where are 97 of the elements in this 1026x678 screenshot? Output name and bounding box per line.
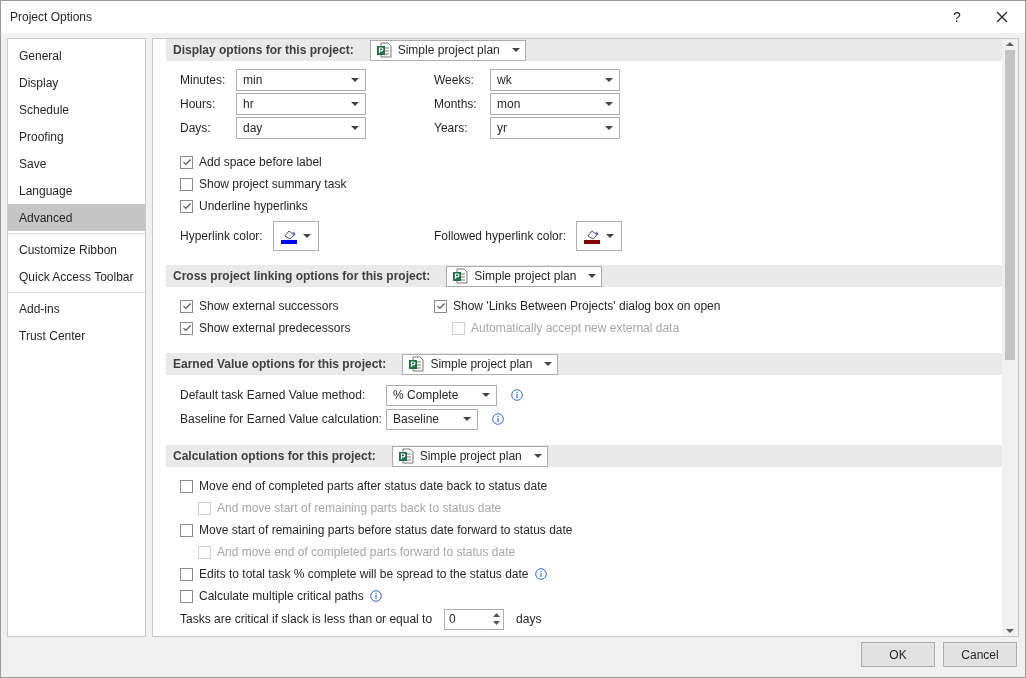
checkbox-label: Edits to total task % complete will be spread to the status date [199, 566, 529, 583]
caret-icon [588, 274, 597, 278]
dropdown[interactable]: % Complete [386, 384, 498, 406]
sidebar-item[interactable]: Add-ins [8, 295, 145, 322]
plan-dropdown[interactable]: Simple project plan [402, 353, 559, 375]
checkbox[interactable] [180, 589, 193, 603]
checkbox-label: Show external predecessors [199, 320, 351, 337]
number-spinner[interactable]: 0 [444, 608, 505, 630]
caret-icon [606, 234, 615, 238]
sidebar-item[interactable]: Language [8, 177, 145, 204]
caret-icon [302, 234, 311, 238]
scroll-down-icon [1006, 629, 1014, 633]
sidebar-item[interactable]: General [8, 42, 145, 69]
caret-icon [605, 78, 613, 82]
section-title: Display options for this project: [173, 42, 354, 59]
checkbox-label: Show 'Links Between Projects' dialog box on open [453, 298, 721, 315]
checkbox[interactable] [180, 321, 193, 335]
caret-icon [351, 102, 359, 106]
color-picker-button[interactable] [576, 221, 623, 251]
project-file-icon [452, 268, 469, 284]
plan-dropdown[interactable]: Simple project plan [391, 445, 548, 467]
field-label: Minutes: [180, 72, 227, 89]
checkbox[interactable] [180, 299, 193, 313]
checkbox-label: Automatically accept new external data [471, 320, 680, 337]
dropdown[interactable]: Baseline [386, 408, 479, 430]
select-label: Baseline for Earned Value calculation: [180, 411, 383, 428]
window-title: Project Options [10, 9, 94, 26]
project-file-icon [397, 448, 414, 464]
unit-label: days [516, 611, 542, 628]
scroll-thumb[interactable] [1005, 50, 1015, 360]
unit-dropdown[interactable]: yr [490, 117, 620, 139]
checkbox[interactable] [180, 177, 193, 191]
field-label: Weeks: [434, 72, 475, 89]
sidebar-item[interactable]: Quick Access Toolbar [8, 263, 145, 290]
unit-dropdown[interactable]: day [236, 117, 366, 139]
info-icon [511, 389, 524, 401]
caret-icon [351, 126, 359, 130]
color-label: Followed hyperlink color: [434, 228, 567, 245]
caret-icon [463, 417, 472, 421]
checkbox-label: Calculate multiple critical paths [199, 588, 364, 605]
dialog-button[interactable]: OK [861, 642, 935, 667]
checkbox-label: Move end of completed parts after status date back to status date [199, 478, 548, 495]
checkbox-label: And move end of completed parts forward to status date [217, 544, 516, 561]
sidebar-item[interactable]: Trust Center [8, 322, 145, 349]
checkbox-label: Show project summary task [199, 176, 347, 193]
info-icon [534, 568, 547, 580]
info-icon [369, 590, 382, 602]
scrollbar[interactable] [1002, 39, 1018, 636]
checkbox[interactable] [180, 523, 193, 537]
section-title: Calculation options for this project: [173, 448, 376, 465]
section-title: Earned Value options for this project: [173, 356, 387, 373]
checkbox-label: Show external successors [199, 298, 339, 315]
select-label: Default task Earned Value method: [180, 387, 367, 404]
info-icon [492, 413, 505, 425]
help-button[interactable]: ? [935, 2, 979, 32]
unit-dropdown[interactable]: mon [490, 93, 620, 115]
close-icon [996, 11, 1008, 23]
caret-icon [605, 102, 613, 106]
project-file-icon [408, 356, 425, 372]
caret-icon [544, 362, 553, 366]
color-picker-button[interactable] [272, 221, 319, 251]
sidebar-item[interactable]: Display [8, 69, 145, 96]
checkbox-label: Move start of remaining parts before status date forward to status date [199, 522, 573, 539]
caret-icon [482, 393, 491, 397]
sidebar-item[interactable]: Advanced [8, 204, 145, 231]
unit-dropdown[interactable]: hr [236, 93, 366, 115]
section-title: Cross project linking options for this project: [173, 268, 431, 285]
field-label: Days: [180, 120, 212, 137]
unit-dropdown[interactable]: min [236, 69, 366, 91]
checkbox-label: And move start of remaining parts back to status date [217, 500, 502, 517]
sidebar-item[interactable]: Save [8, 150, 145, 177]
checkbox[interactable] [180, 155, 193, 169]
checkbox[interactable] [180, 567, 193, 581]
dialog-button[interactable]: Cancel [943, 642, 1017, 667]
checkbox[interactable] [180, 479, 193, 493]
project-file-icon [375, 42, 392, 58]
checkbox-label: Add space before label [199, 154, 322, 171]
plan-dropdown[interactable]: Simple project plan [446, 265, 603, 287]
spinner-label: Tasks are critical if slack is less than or equal to [180, 611, 433, 628]
field-label: Months: [434, 96, 478, 113]
checkbox[interactable] [180, 199, 193, 213]
checkbox[interactable] [434, 299, 447, 313]
caret-icon [605, 126, 613, 130]
plan-dropdown[interactable]: Simple project plan [369, 39, 526, 61]
field-label: Years: [434, 120, 469, 137]
unit-dropdown[interactable]: wk [490, 69, 620, 91]
checkbox-label: Underline hyperlinks [199, 198, 308, 215]
spinner-arrows-icon [493, 613, 501, 625]
sidebar-item[interactable]: Schedule [8, 96, 145, 123]
field-label: Hours: [180, 96, 217, 113]
caret-icon [511, 48, 520, 52]
caret-icon [533, 454, 542, 458]
sidebar-item[interactable]: Proofing [8, 123, 145, 150]
color-label: Hyperlink color: [180, 228, 263, 245]
sidebar-item[interactable]: Customize Ribbon [8, 236, 145, 263]
caret-icon [351, 78, 359, 82]
scroll-up-icon [1006, 42, 1014, 46]
